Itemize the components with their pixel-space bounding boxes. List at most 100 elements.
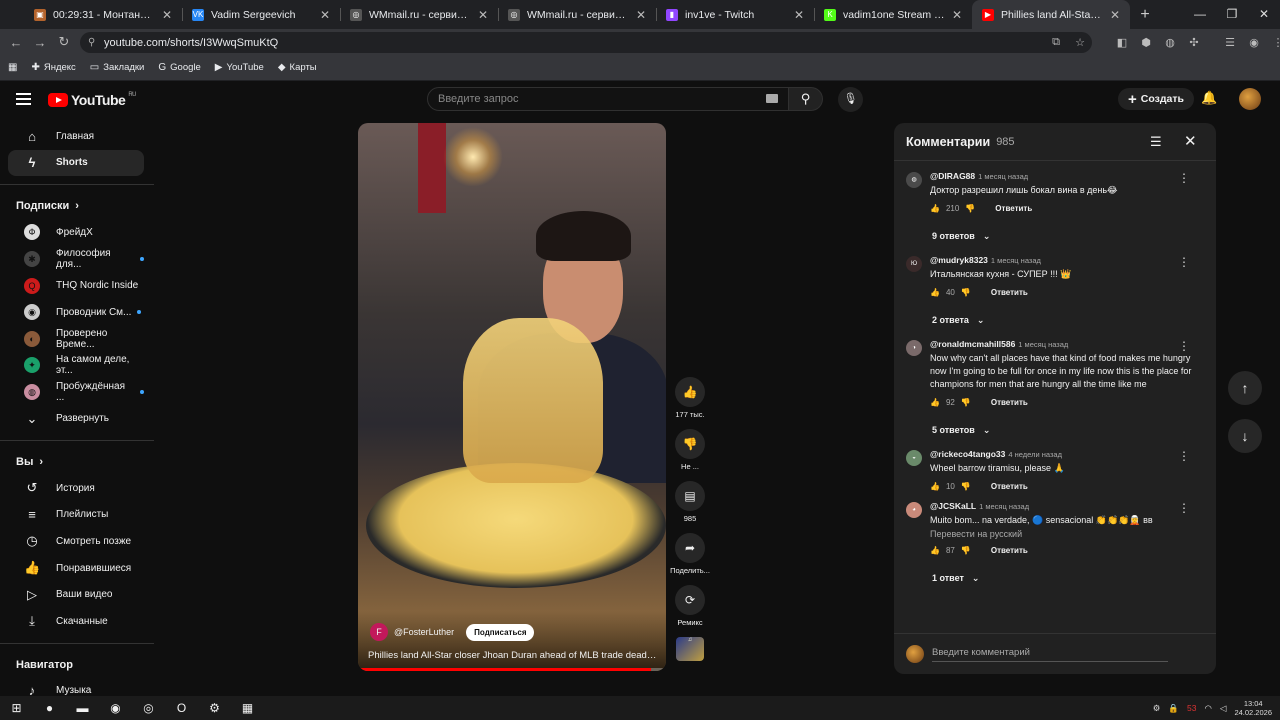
comment-author[interactable]: @mudryk8323: [930, 255, 988, 265]
lock-icon[interactable]: 🔒: [1168, 703, 1179, 714]
sidebar-item[interactable]: ⤓ Скачанные: [8, 608, 144, 635]
sidebar-item[interactable]: ⌂ Главная: [8, 123, 144, 150]
sidebar-expand[interactable]: ⌄ Развернуть: [8, 405, 144, 432]
subscription-item[interactable]: Ф ФрейдХ: [8, 219, 144, 246]
shorts-video-player[interactable]: F @FosterLuther Подписаться Phillies lan…: [358, 123, 666, 671]
bookmark-item[interactable]: ✚ Яндекс: [31, 62, 75, 73]
short-action-button[interactable]: ⟳: [675, 585, 705, 615]
translate-icon[interactable]: ◧: [1112, 36, 1132, 49]
tray-counter[interactable]: 53: [1187, 703, 1196, 713]
video-title[interactable]: Phillies land All-Star closer Jhoan Dura…: [368, 650, 658, 661]
short-action-button[interactable]: ➦: [675, 533, 705, 563]
tab-close-icon[interactable]: ✕: [952, 8, 962, 22]
close-icon[interactable]: ✕: [1184, 132, 1197, 150]
author-avatar[interactable]: F: [370, 623, 388, 641]
taskbar-app-icon[interactable]: ◉: [99, 701, 132, 715]
comment-author[interactable]: @DIRAG88: [930, 171, 975, 181]
taskbar-app-icon[interactable]: ▬: [66, 701, 99, 715]
restore-icon[interactable]: ❐: [1216, 0, 1248, 29]
taskbar-app-icon[interactable]: ●: [33, 701, 66, 715]
browser-tab[interactable]: ◎ WMmail.ru - сервис почтовых ✕: [498, 0, 656, 29]
previous-short-button[interactable]: ↑: [1228, 371, 1262, 405]
sort-icon[interactable]: ☰: [1150, 134, 1162, 150]
browser-tab[interactable]: ▮ inv1ve - Twitch ✕: [656, 0, 814, 29]
comment-time[interactable]: 1 месяц назад: [1018, 340, 1068, 349]
tab-close-icon[interactable]: ✕: [1110, 8, 1120, 22]
clock[interactable]: 13:04 24.02.2026: [1234, 699, 1272, 717]
dislike-icon[interactable]: 👎: [961, 288, 971, 297]
bookmark-item[interactable]: G Google: [158, 62, 200, 73]
comment-author[interactable]: @ronaldmcmahill586: [930, 339, 1015, 349]
browser-menu-icon[interactable]: ⋮: [1268, 36, 1280, 49]
extensions-puzzle-icon[interactable]: ✣: [1184, 36, 1204, 49]
view-replies-button[interactable]: 5 ответов ⌄: [932, 425, 1204, 439]
new-tab-button[interactable]: +: [1130, 6, 1160, 24]
like-icon[interactable]: 👍: [930, 546, 940, 555]
comment-more-icon[interactable]: ⋮: [1178, 339, 1190, 353]
security-icon[interactable]: ⚙: [1153, 703, 1161, 714]
tab-close-icon[interactable]: ✕: [794, 8, 804, 22]
dislike-icon[interactable]: 👎: [961, 398, 971, 407]
tab-close-icon[interactable]: ✕: [478, 8, 488, 22]
short-action-button[interactable]: 👍: [675, 377, 705, 407]
view-replies-button[interactable]: 2 ответа ⌄: [932, 315, 1204, 329]
voice-search-button[interactable]: 🎙: [838, 87, 863, 112]
wifi-icon[interactable]: ◠: [1204, 703, 1211, 714]
comment-author[interactable]: @rickeco4tango33: [930, 449, 1005, 459]
extension-icon[interactable]: ⬢: [1136, 36, 1156, 49]
reply-button[interactable]: Ответить: [991, 546, 1028, 555]
comment-author[interactable]: @JCSKaLL: [930, 501, 976, 511]
author-handle[interactable]: @FosterLuther: [394, 627, 454, 637]
reply-button[interactable]: Ответить: [991, 288, 1028, 297]
view-replies-button[interactable]: 1 ответ ⌄: [932, 573, 1204, 587]
like-icon[interactable]: 👍: [930, 204, 940, 213]
browser-tab[interactable]: ▣ 00:29:31 - Монтана - The West ✕: [24, 0, 182, 29]
reply-button[interactable]: Ответить: [995, 204, 1032, 213]
comment-time[interactable]: 4 недели назад: [1008, 450, 1062, 459]
tab-close-icon[interactable]: ✕: [636, 8, 646, 22]
minimize-icon[interactable]: —: [1184, 0, 1216, 29]
site-info-icon[interactable]: ⚲: [88, 37, 104, 48]
bookmark-item[interactable]: ▶ YouTube: [215, 62, 264, 73]
short-action-button[interactable]: ▤: [675, 481, 705, 511]
tab-close-icon[interactable]: ✕: [320, 8, 330, 22]
short-action-button[interactable]: 👎: [675, 429, 705, 459]
subscription-item[interactable]: ✱ Философия для...: [8, 246, 144, 273]
close-window-icon[interactable]: ✕: [1248, 0, 1280, 29]
bookmark-item[interactable]: ▭ Закладки: [90, 62, 145, 73]
browser-tab[interactable]: VK Vadim Sergeevich ✕: [182, 0, 340, 29]
dislike-icon[interactable]: 👎: [961, 482, 971, 491]
next-short-button[interactable]: ↓: [1228, 419, 1262, 453]
sidebar-item[interactable]: 👍 Понравившиеся: [8, 555, 144, 582]
comment-more-icon[interactable]: ⋮: [1178, 449, 1190, 463]
bookmark-star-icon[interactable]: ☆: [1070, 36, 1090, 49]
sidebar-item[interactable]: ◷ Смотреть позже: [8, 528, 144, 555]
reply-button[interactable]: Ответить: [991, 482, 1028, 491]
subscription-item[interactable]: ✦ На самом деле, эт...: [8, 352, 144, 379]
forward-icon[interactable]: →: [28, 35, 52, 50]
commenter-avatar[interactable]: Ю: [906, 256, 922, 272]
apps-grid-icon[interactable]: ▦: [8, 62, 17, 73]
sidebar-item[interactable]: ↺ История: [8, 475, 144, 502]
comment-more-icon[interactable]: ⋮: [1178, 501, 1190, 515]
reload-icon[interactable]: ↻: [52, 34, 76, 50]
commenter-avatar[interactable]: ◒: [906, 450, 922, 466]
comment-time[interactable]: 1 месяц назад: [978, 172, 1028, 181]
sidebar-item[interactable]: ϟ Shorts: [8, 149, 144, 177]
dislike-icon[interactable]: 👎: [961, 546, 971, 555]
view-replies-button[interactable]: 9 ответов ⌄: [932, 231, 1204, 245]
subscription-item[interactable]: Q THQ Nordic Inside: [8, 272, 144, 299]
subscribe-button[interactable]: Подписаться: [466, 623, 535, 641]
like-icon[interactable]: 👍: [930, 482, 940, 491]
like-icon[interactable]: 👍: [930, 288, 940, 297]
comment-more-icon[interactable]: ⋮: [1178, 255, 1190, 269]
keyboard-icon[interactable]: [766, 94, 778, 103]
browser-tab[interactable]: ◎ WMmail.ru - сервис почтовых ✕: [340, 0, 498, 29]
taskbar-app-icon[interactable]: O: [165, 701, 198, 715]
menu-icon[interactable]: [16, 93, 31, 108]
shield-extension-icon[interactable]: ◍: [1160, 36, 1180, 49]
search-input[interactable]: Введите запрос: [427, 87, 789, 111]
sidebar-item[interactable]: ≡ Плейлисты: [8, 502, 144, 529]
commenter-avatar[interactable]: ◍: [906, 172, 922, 188]
comment-time[interactable]: 1 месяц назад: [979, 502, 1029, 511]
